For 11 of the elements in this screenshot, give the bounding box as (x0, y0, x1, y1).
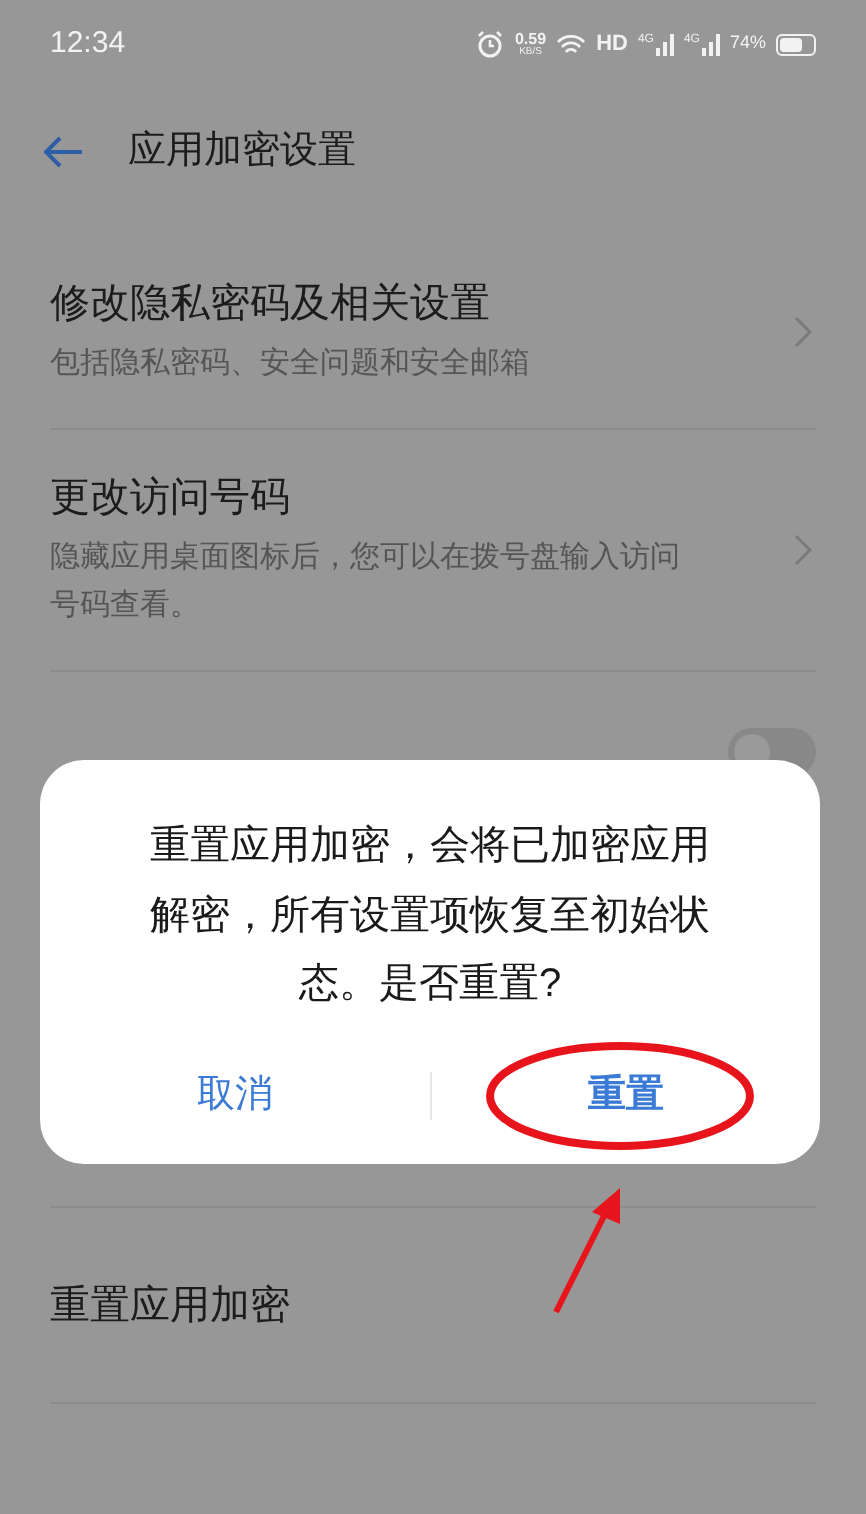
battery-percent: 74% (729, 30, 766, 57)
page-title: 应用加密设置 (128, 127, 356, 176)
setting-title: 修改隐私密码及相关设置 (50, 280, 492, 330)
setting-title: 更改访问号码 (50, 474, 292, 524)
setting-description: 包括隐私密码、安全问题和安全邮箱 (50, 344, 530, 384)
status-time: 12:34 (50, 23, 126, 64)
network-speed: 0.59 (514, 31, 547, 47)
dialog-message: 重置应用加密，会将已加密应用解密，所有设置项恢复至初始状态。是否重置? (148, 822, 712, 1010)
setting-title: 重置应用加密 (50, 1281, 290, 1331)
hd-label: HD (596, 29, 628, 60)
setting-description: 隐藏应用桌面图标后，您可以在拨号盘输入访问号码查看。 (50, 538, 682, 626)
